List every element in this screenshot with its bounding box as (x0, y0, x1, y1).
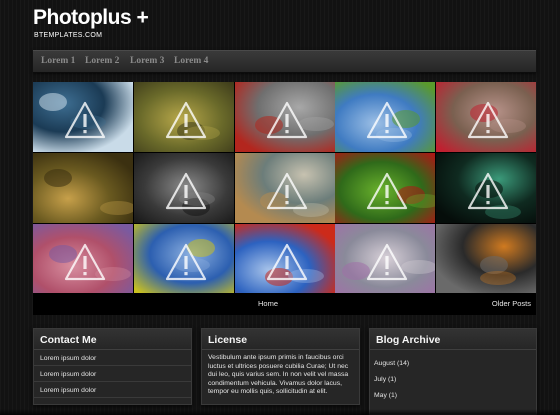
site-title[interactable]: Photoplus + (33, 6, 149, 30)
photo-thumbnail-monarch-butterfly[interactable] (436, 223, 536, 294)
photo-thumbnail-sunlit-branches[interactable] (133, 82, 234, 152)
warning-triangle-icon (265, 171, 309, 211)
warning-triangle-icon (466, 171, 510, 211)
license-text: Vestibulum ante ipsum primis in faucibus… (208, 354, 349, 396)
contact-widget-title: Contact Me (34, 329, 191, 350)
photo-thumbnail-red-phone-booth[interactable] (234, 82, 335, 152)
bottom-fade (0, 409, 560, 415)
contact-item: Lorem ipsum dolor (34, 366, 191, 382)
warning-triangle-icon (63, 242, 107, 282)
nav-item-lorem-1[interactable]: Lorem 1 (41, 56, 75, 66)
warning-triangle-icon (365, 171, 409, 211)
pager-bar: Home Older Posts (33, 293, 536, 315)
contact-widget: Contact Me Lorem ipsum dolor Lorem ipsum… (33, 328, 192, 405)
warning-triangle-icon (265, 242, 309, 282)
older-posts-link[interactable]: Older Posts (492, 299, 531, 308)
archive-item-may[interactable]: May (1) (370, 388, 536, 404)
home-link[interactable]: Home (258, 299, 278, 308)
blog-archive-widget: Blog Archive August (14) July (1) May (1… (369, 328, 537, 415)
warning-triangle-icon (365, 242, 409, 282)
blog-archive-title: Blog Archive (370, 329, 536, 350)
photo-thumbnail-giraffe[interactable] (33, 152, 133, 223)
license-widget: License Vestibulum ante ipsum primis in … (201, 328, 360, 405)
photo-thumbnail-snowy-forest[interactable] (33, 82, 133, 152)
archive-item-august[interactable]: August (14) (370, 356, 536, 372)
photo-thumbnail-orchid-flowers[interactable] (335, 223, 436, 294)
site-tagline: BTEMPLATES.COM (34, 32, 103, 39)
nav-item-lorem-2[interactable]: Lorem 2 (85, 56, 119, 66)
nav-item-lorem-3[interactable]: Lorem 3 (130, 56, 164, 66)
warning-triangle-icon (164, 242, 208, 282)
contact-item: Lorem ipsum dolor (34, 350, 191, 366)
warning-triangle-icon (466, 100, 510, 140)
main-nav: Lorem 1 Lorem 2 Lorem 3 Lorem 4 (33, 50, 536, 73)
photo-thumbnail-yellow-tree[interactable] (133, 223, 234, 294)
photo-thumbnail-aurora[interactable] (436, 152, 536, 223)
warning-triangle-icon (365, 100, 409, 140)
photo-thumbnail-baby-feet[interactable] (133, 152, 234, 223)
photo-thumbnail-candy-hearts[interactable] (33, 223, 133, 294)
warning-triangle-icon (265, 100, 309, 140)
warning-triangle-icon (164, 100, 208, 140)
photo-thumbnail-ladybug-leaf[interactable] (335, 152, 436, 223)
photo-thumbnail-green-field-sky[interactable] (335, 82, 436, 152)
license-widget-title: License (202, 329, 359, 350)
nav-item-lorem-4[interactable]: Lorem 4 (174, 56, 208, 66)
warning-triangle-icon (164, 171, 208, 211)
warning-triangle-icon (63, 100, 107, 140)
photo-thumbnail-seashell-beach[interactable] (234, 152, 335, 223)
archive-item-july[interactable]: July (1) (370, 372, 536, 388)
photo-thumbnail-poppy-field[interactable] (234, 223, 335, 294)
photo-gallery (33, 82, 536, 294)
photo-thumbnail-red-roses[interactable] (436, 82, 536, 152)
contact-item: Lorem ipsum dolor (34, 382, 191, 398)
